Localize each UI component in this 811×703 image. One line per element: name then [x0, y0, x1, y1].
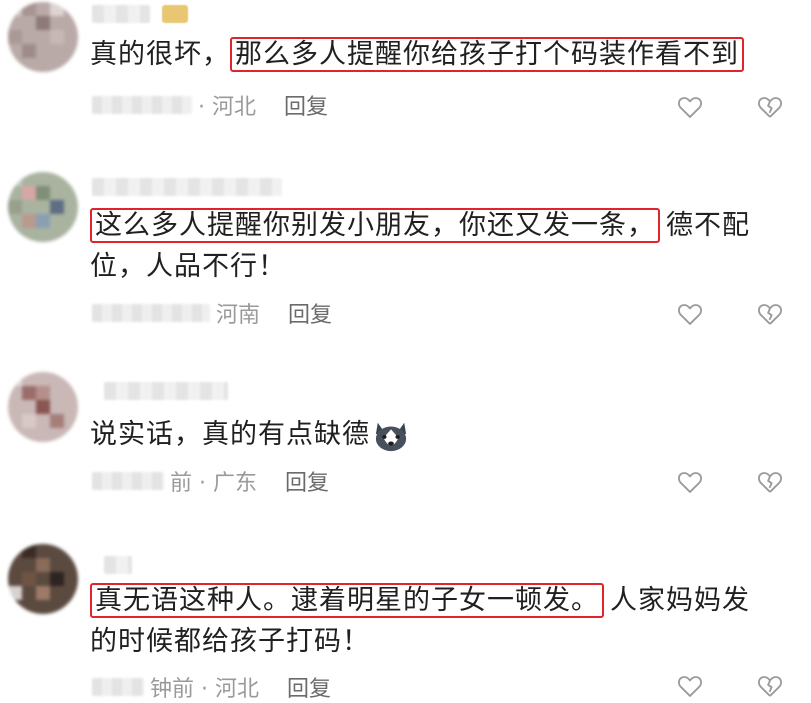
broken-heart-outline-icon[interactable] [756, 93, 784, 121]
heart-outline-icon[interactable] [676, 468, 704, 496]
avatar[interactable] [8, 544, 78, 614]
timestamp-blurred [92, 96, 192, 114]
comment-text-plain: 德不配 [666, 210, 750, 241]
comment-text-plain: 人家妈妈发 [610, 585, 750, 616]
reply-button[interactable]: 回复 [284, 89, 328, 121]
comment-meta: 钟前 · 河北 回复 [92, 672, 331, 702]
comment-text: 这么多人提醒你别发小朋友，你还又发一条， 德不配 位，人品不行！ [90, 205, 790, 287]
location-label: 河南 [216, 303, 261, 328]
avatar[interactable] [8, 172, 78, 242]
username-blurred[interactable] [92, 178, 282, 196]
comment-meta: 前 · 广东 回复 [92, 466, 329, 496]
username-blurred[interactable] [104, 382, 228, 400]
comment-meta: 河南 回复 [92, 298, 332, 328]
comment-meta: · 河北 回复 [92, 90, 328, 120]
reply-button[interactable]: 回复 [287, 671, 331, 703]
comment-highlight-box: 真无语这种人。逮着明星的子女一顿发。 [90, 583, 604, 618]
heart-outline-icon[interactable] [676, 300, 704, 328]
comment-text: 真无语这种人。逮着明星的子女一顿发。 人家妈妈发 的时候都给孩子打码！ [90, 580, 790, 662]
husky-dog-emoji [375, 422, 407, 451]
broken-heart-outline-icon[interactable] [756, 468, 784, 496]
location-label: 前 · 广东 [170, 471, 257, 496]
username-blurred[interactable] [92, 5, 150, 23]
broken-heart-outline-icon[interactable] [756, 300, 784, 328]
comment-text-plain: 的时候都给孩子打码！ [90, 626, 370, 657]
heart-outline-icon[interactable] [676, 672, 704, 700]
comment-highlight-box: 这么多人提醒你别发小朋友，你还又发一条， [90, 208, 660, 243]
timestamp-blurred [92, 304, 210, 322]
timestamp-blurred [92, 678, 144, 696]
username-blurred[interactable] [104, 556, 132, 574]
avatar[interactable] [8, 372, 78, 442]
timestamp-blurred [92, 472, 164, 490]
comment-text: 真的很坏， 那么多人提醒你给孩子打个码装作看不到 [90, 34, 790, 75]
comment-text-plain: 位，人品不行！ [90, 251, 286, 282]
avatar[interactable] [8, 2, 78, 72]
comment-text-plain: 说实话，真的有点缺德 [90, 419, 370, 450]
location-label: 钟前 · 河北 [150, 677, 259, 702]
comment-text: 说实话，真的有点缺德 [90, 414, 790, 455]
comment-text-plain: 真的很坏， [90, 39, 230, 70]
location-label: · 河北 [198, 95, 256, 120]
heart-outline-icon[interactable] [676, 93, 704, 121]
reply-button[interactable]: 回复 [285, 465, 329, 497]
comment-highlight-box: 那么多人提醒你给孩子打个码装作看不到 [230, 37, 744, 72]
reply-button[interactable]: 回复 [288, 297, 332, 329]
broken-heart-outline-icon[interactable] [756, 672, 784, 700]
user-badge-icon [162, 5, 188, 23]
